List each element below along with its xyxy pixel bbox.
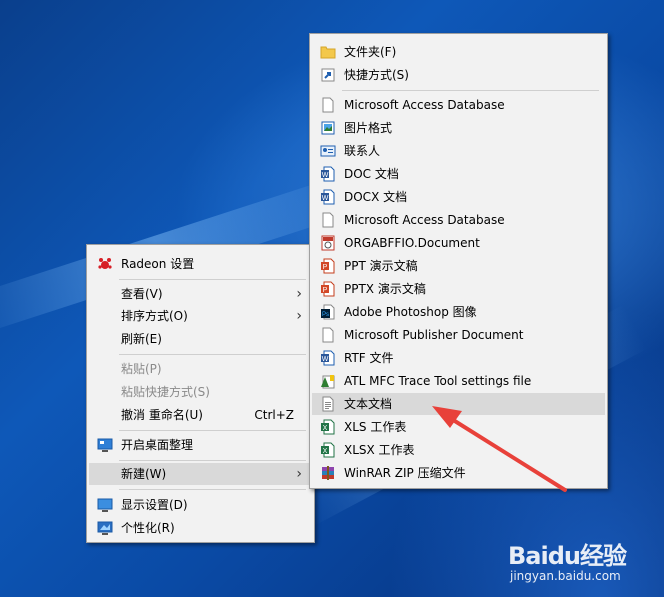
baidu-jingyan-watermark: Baidu经验 jingyan.baidu.com [508,536,658,591]
watermark-site: jingyan.baidu.com [510,569,621,583]
watermark-brand: Baidu经验 [508,542,627,570]
annotation-arrow [432,406,567,492]
